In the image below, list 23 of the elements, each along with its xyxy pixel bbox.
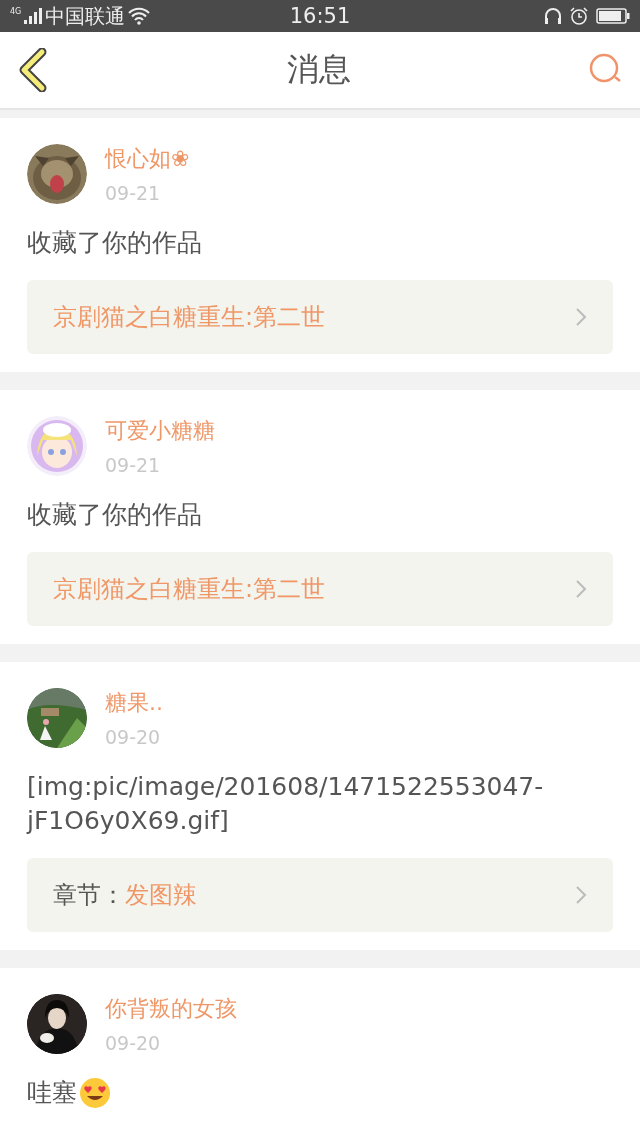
user-name[interactable]: 恨心如❀ (105, 144, 190, 174)
user-name[interactable]: 你背叛的女孩 (105, 994, 237, 1024)
message-text: 收藏了你的作品 (27, 228, 202, 257)
chapter-link[interactable]: 章节：发图辣 (27, 858, 613, 932)
message-text: 哇塞 (27, 1078, 77, 1107)
wifi-icon (128, 7, 151, 25)
chevron-right-icon (575, 885, 587, 905)
battery-icon (596, 8, 630, 24)
clock-time: 16:51 (289, 4, 351, 28)
message-text: 收藏了你的作品 (27, 500, 202, 529)
page-title: 消息 (287, 49, 351, 90)
headphones-icon (544, 7, 562, 25)
chevron-right-icon (575, 579, 587, 599)
chevron-right-icon (575, 307, 587, 327)
user-name[interactable]: 糖果.. (105, 688, 163, 718)
work-link[interactable]: 京剧猫之白糖重生:第二世 (27, 280, 613, 354)
alarm-icon (570, 7, 588, 25)
message-text: [img:pic/image/201608/1471522553047-jF1O6y0X69.gif] (27, 772, 544, 835)
carrier-name: 中国联通 (45, 2, 126, 30)
user-name[interactable]: 可爱小糖糖 (105, 416, 215, 446)
signal-icon (24, 8, 43, 24)
work-link[interactable]: 京剧猫之白糖重生:第二世 (27, 552, 613, 626)
network-type: 4G (10, 6, 22, 16)
